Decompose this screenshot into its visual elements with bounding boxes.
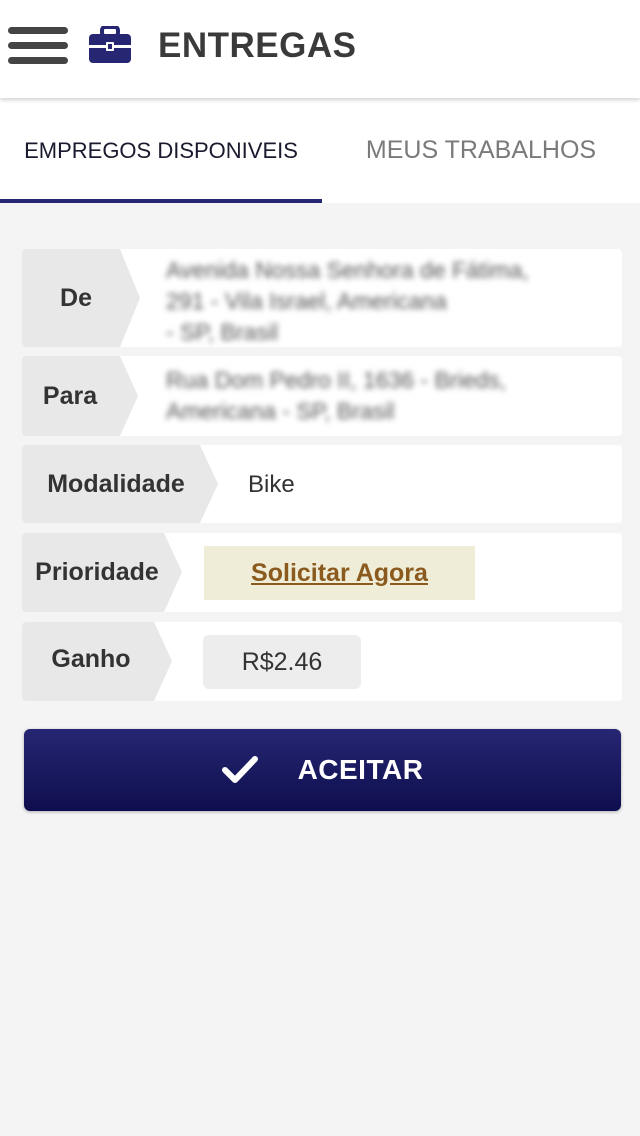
tab-available-jobs[interactable]: EMPREGOS DISPONIVEIS bbox=[0, 98, 322, 203]
mode-value: Bike bbox=[248, 471, 295, 498]
destination-address-line: Americana - SP, Brasil bbox=[166, 398, 395, 424]
destination-label: Para bbox=[42, 381, 98, 410]
origin-row: De Avenida Nossa Senhora de Fátima, 291 … bbox=[22, 249, 622, 347]
check-icon bbox=[221, 756, 258, 783]
app-title: ENTREGAS bbox=[158, 26, 357, 65]
origin-label: De bbox=[60, 283, 92, 312]
origin-address-line: 291 - Vila Israel, Americana bbox=[166, 288, 447, 314]
mode-row: Modalidade Bike bbox=[22, 445, 622, 523]
destination-address: Rua Dom Pedro II, 1636 - Brieds, America… bbox=[166, 365, 606, 427]
priority-value-box: Solicitar Agora bbox=[204, 546, 475, 600]
earning-value: R$2.46 bbox=[203, 635, 361, 689]
destination-address-line: Rua Dom Pedro II, 1636 - Brieds, bbox=[166, 367, 507, 393]
earning-row: Ganho R$2.46 bbox=[22, 622, 622, 701]
briefcase-icon bbox=[89, 26, 131, 63]
origin-address: Avenida Nossa Senhora de Fátima, 291 - V… bbox=[166, 255, 606, 347]
destination-row: Para Rua Dom Pedro II, 1636 - Brieds, Am… bbox=[22, 356, 622, 436]
tab-selected-indicator bbox=[0, 199, 322, 203]
tab-my-jobs-label: MEUS TRABALHOS bbox=[365, 136, 597, 164]
tab-bar: EMPREGOS DISPONIVEIS MEUS TRABALHOS bbox=[0, 98, 640, 203]
request-now-link[interactable]: Solicitar Agora bbox=[251, 559, 428, 588]
accept-button[interactable]: ACEITAR bbox=[24, 729, 621, 811]
hamburger-menu-icon[interactable] bbox=[8, 27, 68, 65]
earning-label: Ganho bbox=[51, 645, 131, 673]
tab-my-jobs[interactable]: MEUS TRABALHOS bbox=[322, 98, 640, 203]
priority-label: Prioridade bbox=[35, 558, 159, 586]
mode-label: Modalidade bbox=[47, 469, 185, 498]
tab-available-jobs-label: EMPREGOS DISPONIVEIS bbox=[24, 137, 298, 163]
origin-address-line: Avenida Nossa Senhora de Fátima, bbox=[166, 257, 529, 283]
origin-address-line: - SP, Brasil bbox=[166, 319, 279, 345]
app-bar: ENTREGAS bbox=[0, 0, 640, 98]
accept-button-label: ACEITAR bbox=[297, 754, 424, 785]
priority-row: Prioridade Solicitar Agora bbox=[22, 533, 622, 612]
